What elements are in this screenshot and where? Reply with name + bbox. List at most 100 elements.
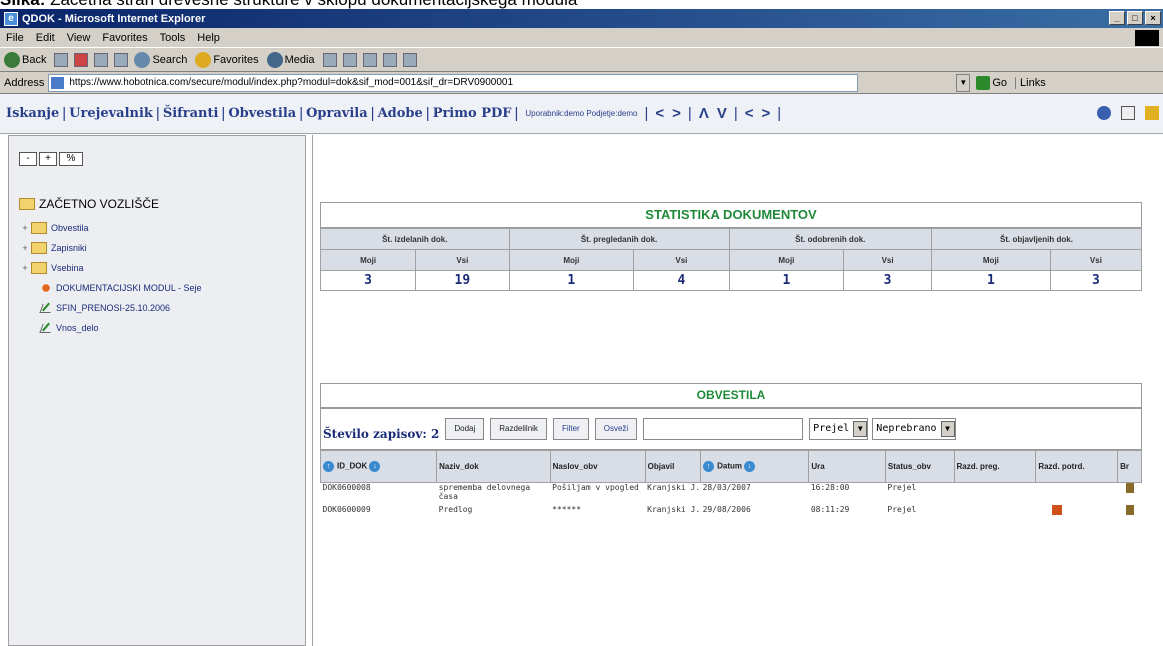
favorites-button[interactable]: Favorites	[195, 51, 259, 68]
tools-icon[interactable]	[1097, 106, 1111, 120]
tree-root[interactable]: ZAČETNO VOZLIŠČE	[19, 194, 202, 214]
filter-input[interactable]	[643, 418, 804, 440]
menu-file[interactable]: File	[6, 32, 24, 44]
nav-obvestila[interactable]: Obvestila	[228, 106, 296, 121]
cell-br	[1118, 483, 1142, 505]
col-br[interactable]: Br	[1117, 450, 1142, 483]
address-label: Address	[4, 76, 45, 89]
table-row[interactable]: DOK0600008 sprememba delovnega časa Poši…	[321, 483, 1142, 505]
stop-icon[interactable]	[74, 52, 89, 67]
user-icon[interactable]	[1051, 504, 1062, 515]
sort-icon[interactable]: ↑	[323, 461, 334, 472]
minimize-button[interactable]: _	[1109, 11, 1125, 25]
trash-icon[interactable]	[1125, 504, 1134, 515]
record-count: Število zapisov: 2	[323, 427, 440, 441]
nav-primo-pdf[interactable]: Primo PDF	[433, 106, 512, 121]
sort-icon[interactable]: ↓	[369, 461, 381, 472]
caption-label: Slika:	[0, 0, 45, 9]
logout-icon[interactable]	[1145, 106, 1159, 120]
window-icon[interactable]	[1121, 106, 1135, 120]
forward-nav-icon[interactable]: >	[762, 105, 771, 122]
trash-icon[interactable]	[1125, 483, 1134, 493]
tree-item-zapisniki[interactable]: + Zapisniki	[19, 238, 202, 258]
menu-tools[interactable]: Tools	[160, 32, 186, 44]
links-button[interactable]: Links	[1015, 76, 1046, 89]
menu-view[interactable]: View	[67, 32, 91, 44]
chevron-down-icon: ▼	[940, 421, 955, 437]
filter-button[interactable]: Filter	[552, 418, 589, 440]
next-icon[interactable]: >	[672, 105, 681, 122]
media-button[interactable]: Media	[266, 51, 315, 68]
nav-iskanje[interactable]: Iskanje	[6, 106, 59, 121]
expand-icon[interactable]: +	[19, 263, 31, 273]
status-select[interactable]: Prejel ▼	[809, 418, 869, 440]
cell-id[interactable]: DOK0600009	[321, 505, 437, 527]
col-naslov-obv[interactable]: Naslov_obv	[549, 450, 646, 483]
nav-adobe[interactable]: Adobe	[378, 106, 423, 121]
discuss-icon[interactable]	[402, 52, 417, 67]
percent-button[interactable]: %	[59, 152, 83, 166]
col-razd-preg[interactable]: Razd. preg.	[953, 450, 1037, 483]
tree-item-vnos-delo[interactable]: Vnos_delo	[19, 318, 202, 338]
nav-separator: |	[155, 105, 160, 122]
menu-favorites[interactable]: Favorites	[102, 32, 147, 44]
search-button[interactable]: Search	[134, 51, 187, 68]
close-button[interactable]: ×	[1145, 11, 1161, 25]
mail-icon[interactable]	[342, 52, 357, 67]
back-icon[interactable]: <	[745, 105, 754, 122]
maximize-button[interactable]: □	[1127, 11, 1143, 25]
history-icon[interactable]	[322, 52, 337, 67]
stat-value[interactable]: 3	[1049, 270, 1143, 291]
stat-value[interactable]: 1	[728, 270, 845, 291]
stat-value[interactable]: 1	[508, 270, 635, 291]
go-button[interactable]: Go	[976, 75, 1007, 90]
print-icon[interactable]	[362, 52, 377, 67]
collapse-all-button[interactable]: -	[19, 152, 37, 166]
up-icon[interactable]: Λ	[699, 105, 709, 122]
table-row[interactable]: DOK0600009 Predlog ****** Kranjski J. 29…	[321, 504, 1142, 527]
stat-value[interactable]: 1	[930, 270, 1051, 291]
tree-item-obvestila[interactable]: + Obvestila	[19, 218, 202, 238]
stat-value[interactable]: 19	[415, 270, 510, 291]
sort-icon[interactable]: ↓	[744, 461, 756, 472]
prev-icon[interactable]: <	[655, 105, 664, 122]
tree-item-dok-modul[interactable]: DOKUMENTACIJSKI MODUL - Seje	[19, 278, 202, 298]
recipients-button[interactable]: Razdelilnik	[490, 418, 547, 440]
col-status[interactable]: Status_obv	[884, 450, 955, 483]
tree-item-vsebina[interactable]: + Vsebina	[19, 258, 202, 278]
nav-opravila[interactable]: Opravila	[306, 106, 368, 121]
expand-all-button[interactable]: +	[39, 152, 57, 166]
expand-icon[interactable]: +	[19, 243, 31, 253]
cell-id[interactable]: DOK0600008	[321, 483, 437, 505]
home-icon[interactable]	[114, 52, 129, 67]
address-input[interactable]: https://www.hobotnica.com/secure/modul/i…	[48, 73, 859, 92]
stat-sub-header: Moji	[508, 249, 635, 271]
address-dropdown[interactable]: ▼	[956, 73, 971, 92]
nav-urejevalnik[interactable]: Urejevalnik	[69, 106, 153, 121]
cell-naslov[interactable]: ******	[550, 505, 645, 527]
expand-icon[interactable]: +	[19, 223, 31, 233]
cell-naslov[interactable]: Pošiljam v vpogled	[550, 483, 645, 505]
add-button[interactable]: Dodaj	[445, 418, 485, 440]
col-ura[interactable]: Ura	[808, 450, 886, 483]
refresh-icon[interactable]	[94, 52, 109, 67]
read-select[interactable]: Neprebrano ▼	[872, 418, 956, 440]
sort-icon[interactable]: ↑	[703, 461, 715, 472]
tree-item-sfin-prenosi[interactable]: SFIN_PRENOSI-25.10.2006	[19, 298, 202, 318]
col-razd-potrd[interactable]: Razd. potrd.	[1035, 450, 1119, 483]
down-icon[interactable]: V	[717, 105, 727, 122]
menu-edit[interactable]: Edit	[36, 32, 55, 44]
col-datum[interactable]: ↑ Datum ↓	[700, 450, 810, 483]
edit-icon[interactable]	[382, 52, 397, 67]
back-button[interactable]: Back	[4, 51, 46, 68]
col-objavil[interactable]: Objavil	[644, 450, 702, 483]
nav-sifranti[interactable]: Šifranti	[163, 106, 219, 121]
col-naziv-dok[interactable]: Naziv_dok	[436, 450, 551, 483]
refresh-button[interactable]: Osveži	[594, 418, 638, 440]
stat-value[interactable]: 3	[319, 270, 417, 291]
forward-icon[interactable]	[54, 52, 69, 67]
stat-value[interactable]: 4	[633, 270, 730, 291]
col-id-dok[interactable]: ↑ ID_DOK ↓	[319, 450, 438, 483]
menu-help[interactable]: Help	[197, 32, 220, 44]
stat-value[interactable]: 3	[843, 270, 932, 291]
